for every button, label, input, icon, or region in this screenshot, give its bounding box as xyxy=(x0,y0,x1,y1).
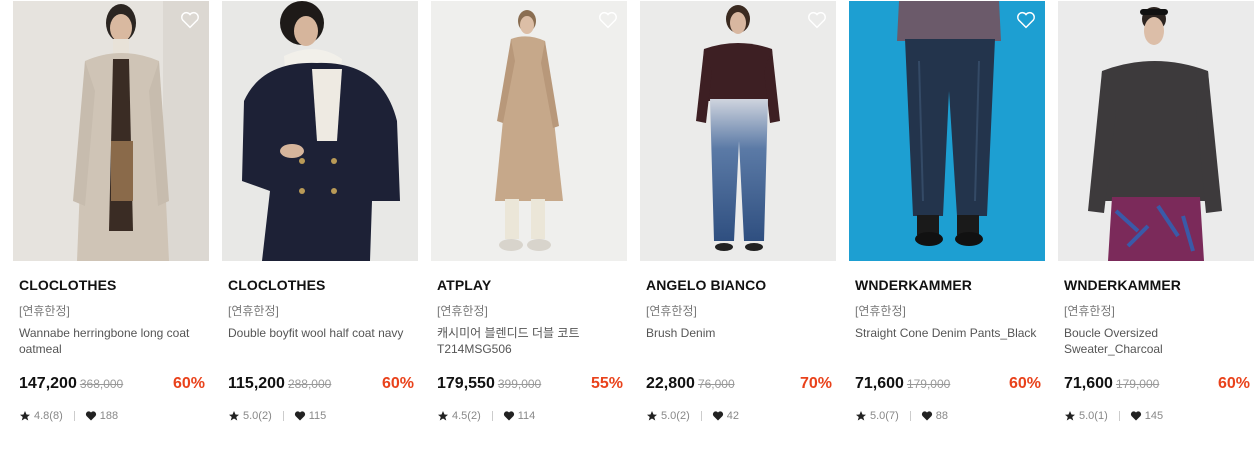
product-name[interactable]: Boucle Oversized Sweater_Charcoal xyxy=(1064,325,1250,357)
divider xyxy=(909,411,911,421)
heart-filled-icon xyxy=(503,411,514,421)
product-brand[interactable]: WNDERKAMMER xyxy=(1064,277,1181,293)
wishlist-heart-icon[interactable] xyxy=(1015,9,1037,31)
original-price: 288,000 xyxy=(287,377,332,391)
rating-text: 5.0(2) xyxy=(661,410,690,422)
product-image[interactable] xyxy=(640,1,836,261)
rating-text: 4.8(8) xyxy=(34,410,63,422)
product-tag: [연휴한정] xyxy=(228,304,279,318)
discount-rate: 60% xyxy=(381,375,414,392)
product-card[interactable]: ANGELO BIANCO [연휴한정] Brush Denim 22,800 7… xyxy=(640,0,836,440)
original-price: 179,000 xyxy=(1115,377,1160,391)
heart-filled-icon xyxy=(294,411,305,421)
product-image[interactable] xyxy=(222,1,418,261)
sale-price: 22,800 xyxy=(646,375,695,392)
star-icon xyxy=(647,411,657,421)
product-image[interactable] xyxy=(13,1,209,261)
discount-rate: 60% xyxy=(172,375,205,392)
likes-count: 42 xyxy=(726,410,739,422)
likes-count: 114 xyxy=(517,410,536,422)
likes-count: 145 xyxy=(1144,410,1164,422)
star-icon xyxy=(438,411,448,421)
rating-text: 5.0(1) xyxy=(1079,410,1108,422)
product-card[interactable]: ATPLAY [연휴한정] 캐시미어 블렌디드 더블 코트 T214MSG506… xyxy=(431,0,627,440)
product-name[interactable]: Double boyfit wool half coat navy xyxy=(228,325,414,341)
discount-rate: 55% xyxy=(590,375,623,392)
product-meta: 5.0(7) 88 xyxy=(855,408,948,424)
likes-count: 115 xyxy=(308,410,327,422)
sale-price: 115,200 xyxy=(228,375,285,392)
heart-filled-icon xyxy=(85,411,96,421)
rating-text: 4.5(2) xyxy=(452,410,481,422)
original-price: 399,000 xyxy=(497,377,542,391)
product-grid: CLOCLOTHES [연휴한정] Wannabe herringbone lo… xyxy=(0,0,1257,468)
divider xyxy=(282,411,284,421)
product-image[interactable] xyxy=(431,1,627,261)
likes-count: 88 xyxy=(935,410,948,422)
product-brand[interactable]: ANGELO BIANCO xyxy=(646,277,766,293)
heart-filled-icon xyxy=(921,411,932,421)
original-price: 76,000 xyxy=(697,377,735,391)
divider xyxy=(1118,411,1120,421)
divider xyxy=(73,411,75,421)
price-row: 71,600 179,000 60% xyxy=(1064,375,1250,395)
star-icon xyxy=(1065,411,1075,421)
product-image[interactable] xyxy=(849,1,1045,261)
product-brand[interactable]: ATPLAY xyxy=(437,277,491,293)
sale-price: 71,600 xyxy=(1064,375,1113,392)
original-price: 368,000 xyxy=(79,377,124,391)
price-row: 115,200 288,000 60% xyxy=(228,375,414,395)
price-row: 71,600 179,000 60% xyxy=(855,375,1041,395)
price-row: 179,550 399,000 55% xyxy=(437,375,623,395)
product-card[interactable]: CLOCLOTHES [연휴한정] Wannabe herringbone lo… xyxy=(13,0,209,440)
product-name[interactable]: Wannabe herringbone long coat oatmeal xyxy=(19,325,205,357)
product-card[interactable]: CLOCLOTHES [연휴한정] Double boyfit wool hal… xyxy=(222,0,418,440)
heart-filled-icon xyxy=(1130,411,1141,421)
product-name[interactable]: 캐시미어 블렌디드 더블 코트 T214MSG506 xyxy=(437,325,623,357)
wishlist-heart-icon[interactable] xyxy=(179,9,201,31)
likes-count: 188 xyxy=(99,410,119,422)
product-image[interactable] xyxy=(1058,1,1254,261)
star-icon xyxy=(229,411,239,421)
product-brand[interactable]: CLOCLOTHES xyxy=(19,277,116,293)
price-row: 147,200 368,000 60% xyxy=(19,375,205,395)
product-card[interactable]: WNDERKAMMER [연휴한정] Straight Cone Denim P… xyxy=(849,0,1045,440)
wishlist-heart-icon[interactable] xyxy=(806,9,828,31)
discount-rate: 60% xyxy=(1217,375,1250,392)
product-name[interactable]: Brush Denim xyxy=(646,325,832,341)
product-brand[interactable]: CLOCLOTHES xyxy=(228,277,325,293)
product-tag: [연휴한정] xyxy=(646,304,697,318)
discount-rate: 60% xyxy=(1008,375,1041,392)
star-icon xyxy=(856,411,866,421)
star-icon xyxy=(20,411,30,421)
product-meta: 5.0(2) 115 xyxy=(228,408,326,424)
heart-filled-icon xyxy=(712,411,723,421)
product-brand[interactable]: WNDERKAMMER xyxy=(855,277,972,293)
sale-price: 179,550 xyxy=(437,375,495,392)
price-row: 22,800 76,000 70% xyxy=(646,375,832,395)
original-price: 179,000 xyxy=(906,377,951,391)
product-name[interactable]: Straight Cone Denim Pants_Black xyxy=(855,325,1041,341)
discount-rate: 70% xyxy=(799,375,832,392)
product-tag: [연휴한정] xyxy=(19,304,70,318)
product-card[interactable]: WNDERKAMMER [연휴한정] Boucle Oversized Swea… xyxy=(1058,0,1254,440)
rating-text: 5.0(7) xyxy=(870,410,899,422)
sale-price: 147,200 xyxy=(19,375,77,392)
divider xyxy=(491,411,493,421)
product-tag: [연휴한정] xyxy=(1064,304,1115,318)
product-tag: [연휴한정] xyxy=(855,304,906,318)
product-meta: 5.0(1) 145 xyxy=(1064,408,1163,424)
rating-text: 5.0(2) xyxy=(243,410,272,422)
divider xyxy=(700,411,702,421)
product-tag: [연휴한정] xyxy=(437,304,488,318)
sale-price: 71,600 xyxy=(855,375,904,392)
wishlist-heart-icon[interactable] xyxy=(597,9,619,31)
product-meta: 5.0(2) 42 xyxy=(646,408,739,424)
product-meta: 4.8(8) 188 xyxy=(19,408,118,424)
product-meta: 4.5(2) 114 xyxy=(437,408,535,424)
